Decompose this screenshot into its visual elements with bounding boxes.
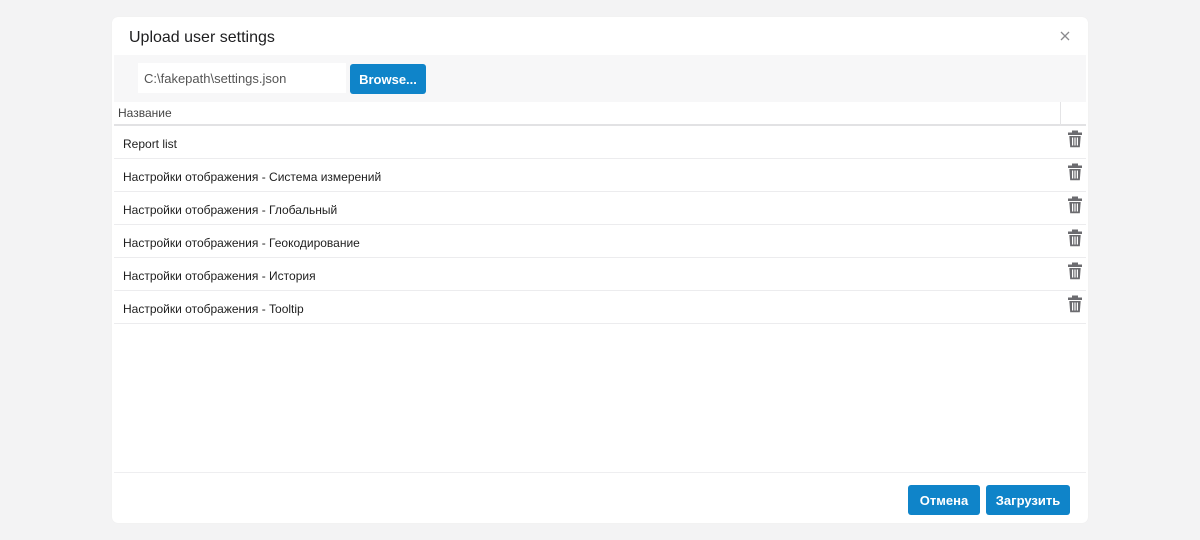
delete-row-button[interactable] xyxy=(1067,196,1083,214)
trash-icon xyxy=(1068,229,1082,247)
delete-row-button[interactable] xyxy=(1067,262,1083,280)
row-label: Настройки отображения - История xyxy=(123,269,316,283)
settings-table: Название Report list Настройки отображени… xyxy=(114,102,1086,324)
row-label: Настройки отображения - Система измерени… xyxy=(123,170,382,184)
delete-row-button[interactable] xyxy=(1067,229,1083,247)
delete-row-button[interactable] xyxy=(1067,130,1083,148)
column-divider xyxy=(1060,102,1061,126)
row-label: Report list xyxy=(123,137,178,151)
close-icon xyxy=(1060,31,1070,41)
dialog-header: Upload user settings xyxy=(112,17,1088,55)
trash-icon xyxy=(1068,163,1082,181)
row-label: Настройки отображения - Глобальный xyxy=(123,203,338,217)
upload-settings-dialog: Upload user settings Browse... Название … xyxy=(112,17,1088,523)
table-body: Report list Настройки отображения - Систе… xyxy=(114,126,1086,324)
trash-icon xyxy=(1068,196,1082,214)
row-label: Настройки отображения - Геокодирование xyxy=(123,236,360,250)
close-button[interactable] xyxy=(1056,27,1074,45)
dialog-title: Upload user settings xyxy=(129,29,275,46)
column-header-name[interactable]: Название xyxy=(118,106,172,120)
trash-icon xyxy=(1068,262,1082,280)
upload-button[interactable]: Загрузить xyxy=(986,485,1070,515)
table-row[interactable]: Настройки отображения - Tooltip xyxy=(114,291,1086,324)
table-row[interactable]: Настройки отображения - Геокодирование xyxy=(114,225,1086,258)
file-path-input[interactable] xyxy=(138,63,346,93)
table-row[interactable]: Report list xyxy=(114,126,1086,159)
trash-icon xyxy=(1068,130,1082,148)
table-header: Название xyxy=(114,102,1086,126)
delete-row-button[interactable] xyxy=(1067,163,1083,181)
table-row[interactable]: Настройки отображения - История xyxy=(114,258,1086,291)
table-row[interactable]: Настройки отображения - Система измерени… xyxy=(114,159,1086,192)
table-row[interactable]: Настройки отображения - Глобальный xyxy=(114,192,1086,225)
browse-button[interactable]: Browse... xyxy=(350,64,426,94)
delete-row-button[interactable] xyxy=(1067,295,1083,313)
trash-icon xyxy=(1068,295,1082,313)
row-label: Настройки отображения - Tooltip xyxy=(123,302,304,316)
footer-divider xyxy=(114,472,1086,473)
cancel-button[interactable]: Отмена xyxy=(908,485,980,515)
